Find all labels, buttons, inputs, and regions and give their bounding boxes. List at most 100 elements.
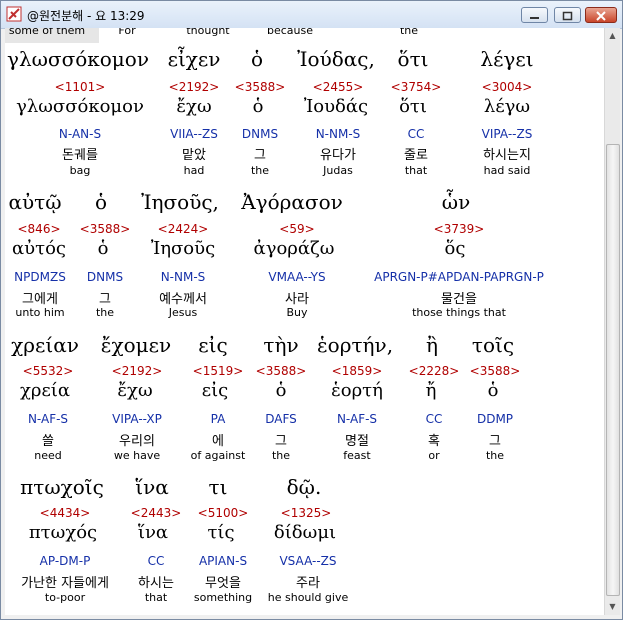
- strong-number[interactable]: <846>: [17, 222, 60, 236]
- strong-number[interactable]: <3588>: [470, 364, 521, 378]
- strong-number[interactable]: <3004>: [482, 80, 533, 94]
- lemma-word: ὁ: [252, 96, 264, 117]
- lemma-word: ὅς: [444, 238, 466, 259]
- morph-code[interactable]: NPDMZS: [14, 270, 66, 284]
- morph-code[interactable]: CC: [408, 127, 425, 141]
- morph-code[interactable]: N-AF-S: [337, 412, 377, 426]
- greek-word[interactable]: τοῖς: [472, 333, 514, 357]
- english-gloss: Judas: [323, 164, 353, 177]
- morph-code[interactable]: DDMP: [477, 412, 513, 426]
- strong-number[interactable]: <3739>: [434, 222, 485, 236]
- strong-number[interactable]: <5532>: [23, 364, 74, 378]
- strong-number[interactable]: <2455>: [313, 80, 364, 94]
- greek-word[interactable]: εἶχεν: [168, 47, 221, 71]
- morph-code[interactable]: VIPA--XP: [112, 412, 162, 426]
- strong-number[interactable]: <59>: [279, 222, 314, 236]
- greek-word[interactable]: ὁ: [95, 190, 107, 214]
- lemma-word: λέγω: [483, 96, 531, 117]
- morph-code[interactable]: VSAA--ZS: [279, 554, 336, 568]
- greek-word[interactable]: ἵνα: [135, 475, 169, 499]
- strong-number[interactable]: <2424>: [158, 222, 209, 236]
- lemma-word: τίς: [207, 522, 235, 543]
- morph-code[interactable]: VMAA--YS: [268, 270, 325, 284]
- greek-word[interactable]: ἢ: [426, 333, 438, 357]
- morph-code[interactable]: N-AN-S: [59, 127, 101, 141]
- greek-word[interactable]: δῷ.: [287, 475, 322, 499]
- scroll-down-arrow-icon[interactable]: ▼: [605, 599, 620, 615]
- strong-number[interactable]: <1519>: [193, 364, 244, 378]
- vertical-scrollbar[interactable]: ▲ ▼: [604, 28, 620, 615]
- strong-number[interactable]: <2228>: [409, 364, 460, 378]
- english-gloss: feast: [343, 449, 371, 462]
- greek-word[interactable]: χρείαν: [11, 333, 79, 357]
- greek-word[interactable]: Ἰούδας,: [297, 47, 375, 71]
- lemma-word: ἤ: [425, 380, 437, 401]
- strong-number[interactable]: <1859>: [332, 364, 383, 378]
- greek-word[interactable]: γλωσσόκομον: [7, 47, 149, 71]
- greek-word[interactable]: εἰς: [198, 333, 227, 357]
- morph-code[interactable]: AP-DM-P: [40, 554, 91, 568]
- app-window: @원전분해 - 요 13:29 some of them For thought…: [0, 0, 623, 620]
- morph-code[interactable]: DNMS: [87, 270, 123, 284]
- greek-word[interactable]: ἔχομεν: [101, 333, 171, 357]
- english-gloss: to-poor: [44, 591, 86, 604]
- morph-code[interactable]: CC: [148, 554, 165, 568]
- morph-code[interactable]: VIIA--ZS: [170, 127, 218, 141]
- korean-gloss: 명절: [345, 434, 369, 449]
- morph-code[interactable]: N-NM-S: [316, 127, 361, 141]
- greek-word[interactable]: πτωχοῖς: [20, 475, 104, 499]
- strong-number[interactable]: <3588>: [235, 80, 286, 94]
- morph-code[interactable]: PA: [211, 412, 226, 426]
- strong-number[interactable]: <2443>: [131, 506, 182, 520]
- greek-word[interactable]: ὅτι: [398, 47, 429, 71]
- maximize-button[interactable]: [554, 7, 581, 23]
- morph-code[interactable]: DAFS: [265, 412, 297, 426]
- english-gloss: unto him: [15, 306, 65, 319]
- english-gloss: the: [271, 449, 291, 462]
- greek-word[interactable]: Ἀγόρασον: [241, 190, 343, 214]
- morph-code[interactable]: APRGN-P#APDAN-PAPRGN-P: [374, 270, 544, 284]
- greek-word[interactable]: ἑορτήν,: [317, 333, 393, 357]
- greek-word[interactable]: τὴν: [263, 333, 298, 357]
- morph-code[interactable]: N-NM-S: [161, 270, 206, 284]
- morph-code[interactable]: DNMS: [242, 127, 278, 141]
- strong-number[interactable]: <2192>: [169, 80, 220, 94]
- morph-code[interactable]: CC: [426, 412, 443, 426]
- interlinear-view[interactable]: some of them For thought because the γλω…: [5, 28, 604, 615]
- close-button[interactable]: [585, 7, 617, 23]
- greek-word[interactable]: Ἰησοῦς,: [141, 190, 219, 214]
- english-gloss: of against: [190, 449, 246, 462]
- korean-gloss: 그: [254, 148, 266, 163]
- english-gloss: had: [183, 164, 205, 177]
- greek-word[interactable]: ὁ: [251, 47, 263, 71]
- cutoff-word: because: [266, 28, 314, 37]
- strong-number[interactable]: <5100>: [198, 506, 249, 520]
- title-bar[interactable]: @원전분해 - 요 13:29: [1, 1, 622, 29]
- morph-code[interactable]: N-AF-S: [28, 412, 68, 426]
- lemma-word: πτωχός: [28, 522, 98, 543]
- cutoff-word: the: [399, 28, 419, 37]
- english-gloss: bag: [69, 164, 91, 177]
- strong-number[interactable]: <3588>: [80, 222, 131, 236]
- english-gloss: something: [193, 591, 253, 604]
- english-gloss: we have: [113, 449, 161, 462]
- strong-number[interactable]: <1325>: [281, 506, 332, 520]
- strong-number[interactable]: <3588>: [256, 364, 307, 378]
- strong-number[interactable]: <2192>: [112, 364, 163, 378]
- greek-word[interactable]: ὧν: [442, 190, 470, 214]
- greek-word[interactable]: λέγει: [480, 47, 533, 71]
- strong-number[interactable]: <4434>: [40, 506, 91, 520]
- maximize-icon: [562, 11, 573, 21]
- scroll-up-arrow-icon[interactable]: ▲: [605, 28, 620, 44]
- korean-gloss: 우리의: [119, 434, 155, 449]
- greek-word[interactable]: τι: [209, 475, 228, 499]
- greek-word[interactable]: αὐτῷ: [8, 190, 61, 214]
- minimize-icon: [530, 17, 539, 19]
- morph-code[interactable]: VIPA--ZS: [482, 127, 533, 141]
- minimize-button[interactable]: [521, 7, 548, 23]
- morph-code[interactable]: APIAN-S: [199, 554, 247, 568]
- scrollbar-thumb[interactable]: [606, 144, 620, 596]
- lemma-word: γλωσσόκομον: [16, 96, 144, 117]
- strong-number[interactable]: <1101>: [55, 80, 106, 94]
- strong-number[interactable]: <3754>: [391, 80, 442, 94]
